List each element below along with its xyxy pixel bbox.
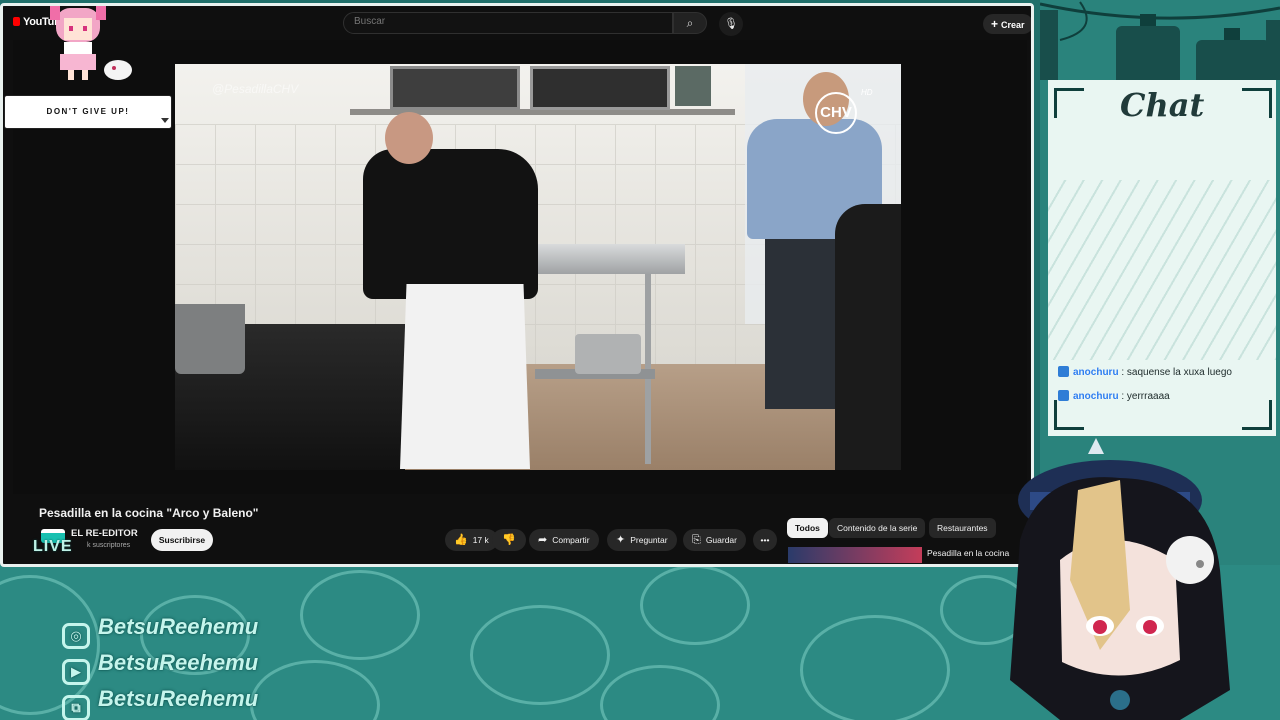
video-watermark: @PesadillaCHV [212, 82, 299, 96]
pixel-girl-sprite [50, 6, 132, 80]
microphone-icon: 🎙 [724, 18, 738, 30]
fret-corner-top-right [1242, 88, 1272, 118]
speech-bubble-tail [161, 118, 169, 123]
bamboo-pattern [1048, 180, 1276, 360]
social-handle: BetsuReehemu [98, 614, 259, 639]
fret-corner-bottom-left [1054, 400, 1084, 430]
thumbs-up-icon: 👍 [454, 534, 468, 546]
stream-overlay: YouTube ⌕ 🎙 +Crear [0, 0, 1280, 720]
video-title: Pesadilla en la cocina "Arco y Baleno" [39, 506, 259, 520]
create-button[interactable]: + Crear [983, 14, 1031, 34]
chat-badge-icon [1058, 366, 1069, 377]
fret-corner-bottom-right [1242, 400, 1272, 430]
plus-icon: + [991, 17, 999, 31]
twitch-icon: ⧉ [62, 695, 90, 720]
related-video-title[interactable]: Pesadilla en la cocina [927, 548, 1009, 558]
chip-all[interactable]: Todos [787, 518, 828, 538]
youtube-topbar: YouTube ⌕ 🎙 +Crear [3, 6, 1031, 40]
fret-corner-top-left [1054, 88, 1084, 118]
youtube-play-icon [13, 17, 20, 26]
chat-message: anochuru : saquense la xuxa luego [1058, 366, 1232, 378]
like-button[interactable]: 👍 17 k [445, 529, 498, 551]
bookmark-icon: ⎘ [692, 534, 701, 546]
chat-title: Chat [1120, 86, 1205, 124]
share-button[interactable]: ➦ Compartir [529, 529, 599, 551]
social-youtube: ▶ BetsuReehemu [62, 650, 259, 685]
save-button[interactable]: ⎘ Guardar [683, 529, 746, 551]
share-icon: ➦ [538, 534, 548, 546]
social-twitch: ⧉ BetsuReehemu [62, 686, 259, 720]
hd-tag: HD [861, 88, 873, 97]
chat-username: anochuru [1073, 367, 1119, 378]
search-icon: ⌕ [686, 16, 694, 30]
search-box[interactable] [343, 12, 673, 34]
voice-search-button[interactable]: 🎙 [719, 12, 743, 36]
subscribe-button[interactable]: Suscribirse [151, 529, 213, 551]
chip-restaurants[interactable]: Restaurantes [929, 518, 996, 538]
sparkle-icon: ✦ [616, 534, 626, 546]
live-badge: LIVE [33, 538, 73, 555]
chat-text: : saquense la xuxa luego [1121, 367, 1232, 378]
chip-series-content[interactable]: Contenido de la serie [829, 518, 926, 538]
chat-message: anochuru : yerrraaaa [1058, 390, 1170, 402]
thumbs-down-icon: 👎 [502, 534, 516, 546]
dislike-button[interactable]: 👎 [492, 529, 526, 551]
search-input[interactable] [354, 16, 654, 27]
lantern-decoration [1040, 1, 1280, 84]
ask-button[interactable]: ✦ Preguntar [607, 529, 677, 551]
more-icon: ••• [760, 535, 770, 545]
chat-text: : yerrraaaa [1121, 391, 1170, 402]
speech-bubble: DON'T GIVE UP! [4, 95, 172, 129]
social-handle: BetsuReehemu [98, 686, 259, 711]
instagram-icon: ◎ [62, 623, 90, 649]
browser-window: YouTube ⌕ 🎙 +Crear [0, 3, 1034, 567]
social-instagram: ◎ BetsuReehemu [62, 614, 259, 649]
search-button[interactable]: ⌕ [673, 12, 707, 34]
channel-bug-logo: CHV [815, 92, 857, 134]
chat-badge-icon [1058, 390, 1069, 401]
chat-username: anochuru [1073, 391, 1119, 402]
channel-name[interactable]: EL RE-EDITOR [71, 528, 138, 539]
related-video-thumbnail[interactable] [788, 547, 922, 563]
vtuber-avatar [1010, 438, 1230, 720]
subscriber-count: k suscriptores [87, 542, 131, 549]
social-handle: BetsuReehemu [98, 650, 259, 675]
youtube-icon: ▶ [62, 659, 90, 685]
more-actions-button[interactable]: ••• [753, 529, 777, 551]
video-frame[interactable]: @PesadillaCHV CHV HD [175, 64, 901, 470]
